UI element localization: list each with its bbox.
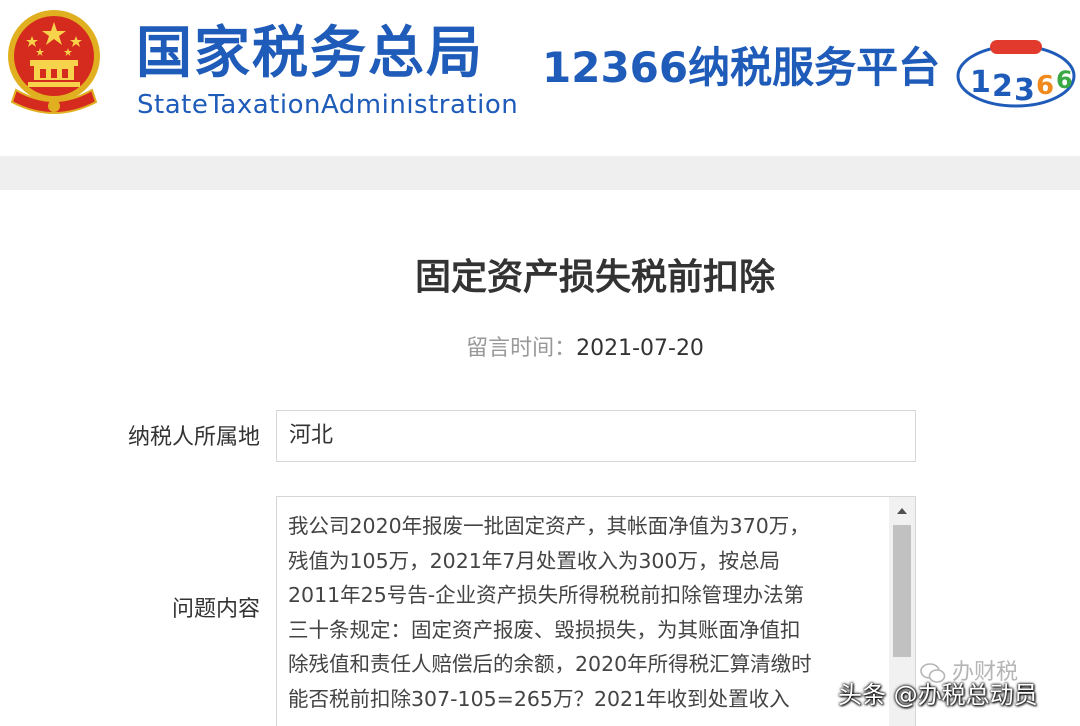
scroll-up-arrow-icon[interactable] xyxy=(889,501,915,523)
content-line: 我公司2020年报废一批固定资产，其帐面净值为370万， xyxy=(288,514,810,538)
platform-name: 12366纳税服务平台 xyxy=(542,43,941,92)
content-line: 能否税前扣除307-105=265万？2021年收到处置收入 xyxy=(288,686,790,711)
question-content-label: 问题内容 xyxy=(171,597,260,622)
taxpayer-area-label: 纳税人所属地 xyxy=(127,425,260,450)
message-time-value: 2021-07-20 xyxy=(576,336,704,361)
message-time: 留言时间：2021-07-20 xyxy=(0,332,1080,366)
question-content-text: 我公司2020年报废一批固定资产，其帐面净值为370万， 残值为105万，202… xyxy=(288,509,878,716)
taxpayer-area-field[interactable]: 河北 xyxy=(276,410,916,462)
page-title: 固定资产损失税前扣除 xyxy=(414,257,775,298)
svg-text:3: 3 xyxy=(1014,73,1035,108)
svg-text:6: 6 xyxy=(1056,66,1073,94)
nav-band xyxy=(0,156,1080,190)
site-header: 国家税务总局 StateTaxationAdministration 12366… xyxy=(0,0,1080,150)
12366-logo-icon: 1 2 3 6 6 xyxy=(956,40,1076,108)
svg-text:1: 1 xyxy=(970,65,991,100)
scroll-thumb[interactable] xyxy=(893,525,911,657)
brand-name-en: StateTaxationAdministration xyxy=(137,90,519,120)
content-line: 三十条规定：固定资产报废、毁损损失，为其账面净值扣 xyxy=(288,617,801,642)
content-line: 2011年25号告-企业资产损失所得税税前扣除管理办法第 xyxy=(288,583,805,607)
svg-text:2: 2 xyxy=(992,69,1013,104)
brand-name-cn: 国家税务总局 xyxy=(136,21,484,86)
message-time-label: 留言时间： xyxy=(466,336,577,361)
content-line: 除残值和责任人赔偿后的余额，2020年所得税汇算清缴时 xyxy=(288,652,812,676)
question-content-textarea[interactable]: 我公司2020年报废一批固定资产，其帐面净值为370万， 残值为105万，202… xyxy=(276,496,916,726)
content-line: 残值为105万，2021年7月处置收入为300万，按总局 xyxy=(288,548,780,573)
national-emblem-icon xyxy=(8,10,100,114)
toutiao-watermark: 头条 @办税总动员 xyxy=(838,681,1038,709)
svg-text:6: 6 xyxy=(1036,71,1054,101)
